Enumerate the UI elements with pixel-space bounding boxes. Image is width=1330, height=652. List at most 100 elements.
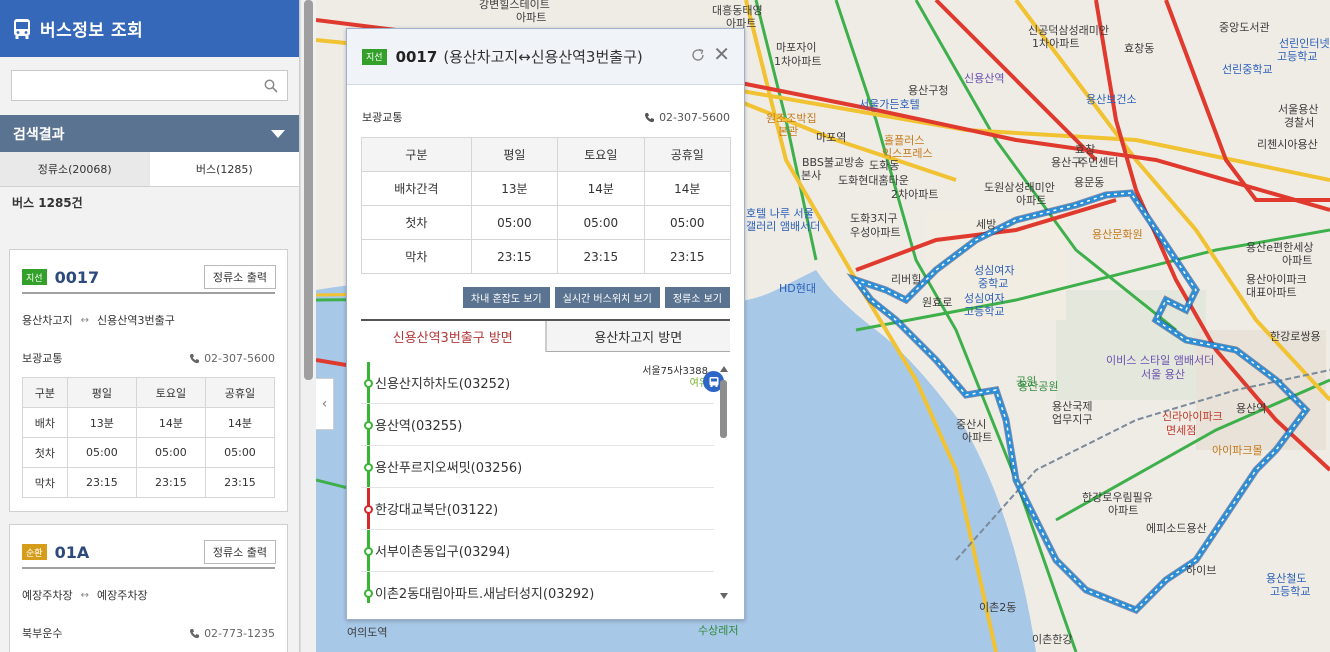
collapse-results-icon[interactable]	[271, 129, 285, 138]
company-name: 보광교통	[22, 352, 63, 365]
tab-buses[interactable]: 버스(1285)	[149, 152, 299, 186]
table-row: 첫차 05:00 05:00 05:00	[361, 205, 732, 240]
map-label: 서울용산	[1278, 103, 1319, 116]
card-header: 순환 01A 정류소 출력	[10, 525, 287, 565]
table-row: 막차 23:15 23:15 23:15	[361, 239, 732, 274]
print-stops-button[interactable]: 정류소 출력	[203, 265, 276, 289]
list-item[interactable]: 서부이촌동입구(03294)	[361, 530, 714, 572]
result-tabs: 정류소(20068) 버스(1285)	[0, 152, 299, 187]
result-count: 버스 1285건	[0, 187, 299, 217]
table-row: 배차 13분 14분 14분	[22, 407, 276, 438]
company-phone: 02-307-5600	[189, 350, 275, 366]
map-label: 리첸시아용산	[1257, 138, 1318, 151]
list-item[interactable]: 이촌2동대림아파트.새남터성지(03292)	[361, 572, 714, 603]
search-results-header: 검색결과	[0, 115, 299, 152]
table-cell: 05:00	[557, 205, 645, 240]
route-number[interactable]: 0017	[55, 268, 100, 287]
route-start: 용산차고지	[22, 314, 73, 327]
sidebar-header: 버스정보 조회	[0, 0, 299, 57]
schedule-table: 구분 평일 토요일 공휴일 배차 13분 14분 14분 첫차 05:00 05…	[22, 377, 276, 498]
map-label: 도화현대홈타운	[838, 174, 909, 187]
route-card-0017[interactable]: 지선 0017 정류소 출력 용산차고지 ↔ 신용산역3번출구 보광교통 02-…	[9, 249, 288, 512]
map-label: 도원삼성래미안	[984, 181, 1055, 194]
map-label: 원조조박집	[766, 112, 817, 125]
map-label: 1차아파트	[774, 55, 822, 68]
table-cell: 막차	[361, 239, 472, 274]
table-cell: 23:15	[643, 239, 732, 274]
company-info: 북부운수 02-773-1235	[10, 603, 287, 641]
map-label: 마포역	[816, 131, 847, 144]
search-icon[interactable]	[264, 79, 278, 93]
map-label: 경찰서	[1284, 116, 1315, 129]
schedule-table: 구분 평일 토요일 공휴일 배차간격 13분 14분 14분 첫차 05:00 …	[361, 137, 732, 274]
table-cell: 05:00	[643, 205, 732, 240]
stop-dot	[364, 379, 373, 388]
scroll-up-icon[interactable]	[720, 366, 728, 372]
list-item[interactable]: 한강대교북단(03122)	[361, 488, 714, 530]
print-stops-button[interactable]: 정류소 출력	[203, 540, 276, 564]
table-cell: 14분	[643, 171, 732, 206]
close-icon[interactable]: ✕	[713, 44, 730, 64]
tab-direction-1[interactable]: 신용산역3번출구 방면	[361, 321, 546, 352]
card-header: 지선 0017 정류소 출력	[10, 250, 287, 290]
map-label: 리버힐	[891, 273, 922, 286]
scrollbar-thumb[interactable]	[720, 380, 727, 438]
map-label: 효창	[1075, 143, 1096, 156]
map-label: 고등학교	[964, 305, 1005, 318]
table-cell: 13분	[66, 407, 137, 438]
map-label: 갤러리 앰배서더	[746, 220, 821, 233]
table-cell: 14분	[557, 171, 645, 206]
stop-name[interactable]: 한강대교북단(03122)	[375, 499, 498, 518]
scroll-down-icon[interactable]	[720, 593, 728, 599]
list-item[interactable]: 용산역(03255)	[361, 404, 714, 446]
stop-name[interactable]: 신용산지하차도(03252)	[375, 373, 510, 392]
map-label: 2차아파트	[891, 188, 939, 201]
route-card-01A[interactable]: 순환 01A 정류소 출력 예장주차장 ↔ 예장주차장 북부운수 02-773-…	[9, 524, 288, 652]
map-label: 아파트	[1282, 254, 1313, 267]
map-label: 수상레저	[698, 624, 739, 637]
tab-direction-2[interactable]: 용산차고지 방면	[545, 321, 730, 352]
company-phone: 02-773-1235	[189, 625, 275, 641]
map-label: 신공덕삼성래미안	[1028, 24, 1109, 37]
route-type-badge: 순환	[22, 544, 47, 560]
stop-name[interactable]: 서부이촌동입구(03294)	[375, 541, 510, 560]
table-cell: 05:00	[135, 437, 206, 468]
stop-list-scrollbar[interactable]	[718, 362, 730, 603]
stop-name[interactable]: 용산역(03255)	[375, 415, 462, 434]
tab-stops[interactable]: 정류소(20068)	[0, 152, 150, 186]
scrollbar-thumb[interactable]	[304, 0, 313, 380]
search-input[interactable]	[12, 71, 287, 100]
list-item[interactable]: 신용산지하차도(03252) 서울75사3388 여유	[361, 362, 724, 404]
table-header: 공휴일	[643, 137, 732, 172]
view-stops-button[interactable]: 정류소 보기	[664, 287, 730, 308]
map-label: 원효로	[922, 296, 953, 309]
direction-tabs: 신용산역3번출구 방면 용산차고지 방면	[361, 319, 730, 352]
map-label: 우성아파트	[850, 226, 901, 239]
table-cell: 배차간격	[361, 171, 472, 206]
stop-name[interactable]: 이촌2동대림아파트.새남터성지(03292)	[375, 583, 594, 602]
refresh-icon[interactable]	[690, 47, 706, 63]
list-item[interactable]: 용산푸르지오써밋(03256)	[361, 446, 714, 488]
table-header-row: 구분 평일 토요일 공휴일	[22, 377, 276, 408]
table-cell: 배차	[22, 407, 68, 438]
congestion-button[interactable]: 차내 혼잡도 보기	[462, 287, 550, 308]
sidebar-scrollbar[interactable]	[300, 0, 316, 652]
phone-icon	[645, 112, 655, 122]
phone-icon	[190, 628, 200, 638]
map-label: 중앙도서관	[1219, 21, 1270, 34]
collapse-sidebar-button[interactable]: ‹	[316, 378, 334, 430]
table-cell: 첫차	[361, 205, 472, 240]
table-row: 배차간격 13분 14분 14분	[361, 171, 732, 206]
map-label: 이비스 스타일 앰배서더	[1106, 354, 1215, 367]
popup-buttons: 차내 혼잡도 보기 실시간 버스위치 보기 정류소 보기	[347, 274, 744, 308]
table-cell: 첫차	[22, 437, 68, 468]
route-number[interactable]: 01A	[55, 543, 90, 562]
stop-dot	[364, 463, 373, 472]
map-label: 한강로우림필유	[1082, 491, 1153, 504]
realtime-location-button[interactable]: 실시간 버스위치 보기	[554, 287, 660, 308]
stop-dot	[364, 505, 373, 514]
bidirectional-arrow-icon: ↔	[80, 314, 89, 326]
map-label: 용산보건소	[1086, 93, 1137, 106]
route-type-badge: 지선	[22, 269, 47, 285]
stop-name[interactable]: 용산푸르지오써밋(03256)	[375, 457, 522, 476]
